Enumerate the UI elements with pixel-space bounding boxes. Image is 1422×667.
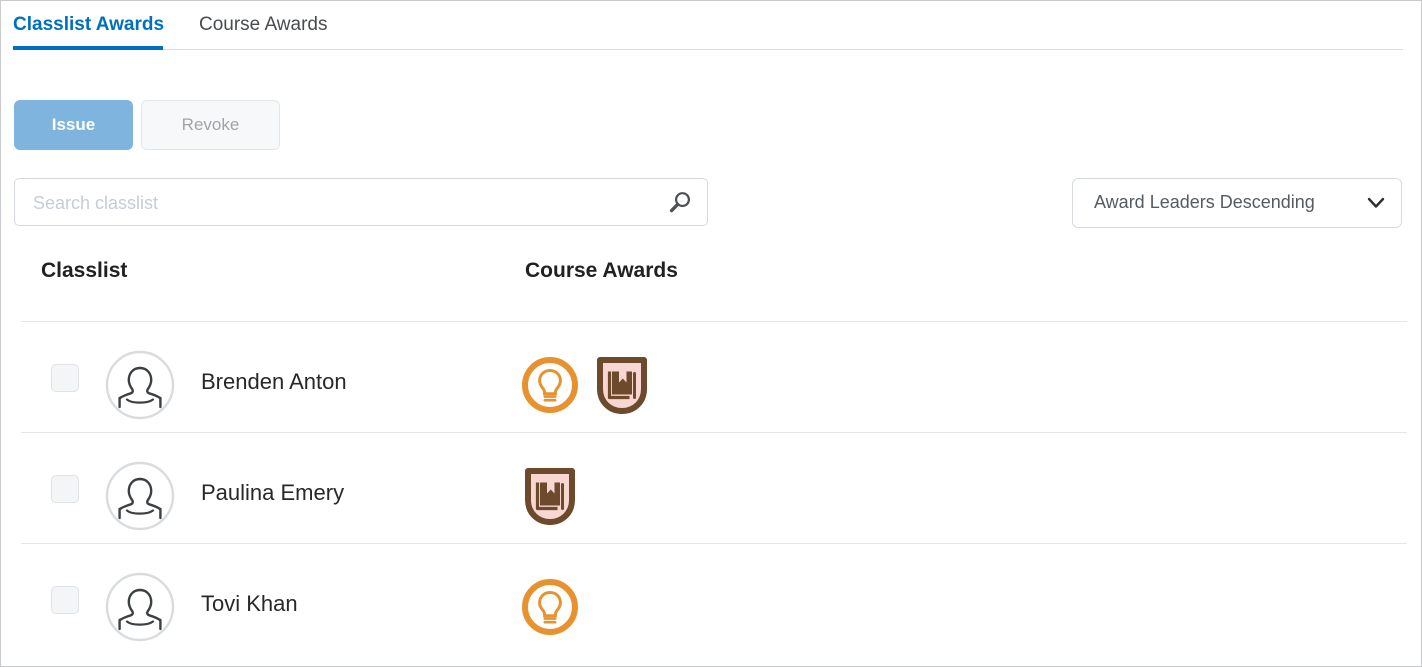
table-row: Brenden Anton [1, 322, 1421, 433]
award-badge-list [519, 573, 581, 641]
user-name: Paulina Emery [201, 480, 345, 505]
user-avatar-icon [105, 350, 175, 420]
search-classlist-box[interactable] [14, 178, 708, 227]
user-avatar-icon [105, 461, 175, 531]
lightbulb-award-badge[interactable] [519, 573, 581, 641]
sort-order-value: Award Leaders Descending [1094, 192, 1315, 212]
row-select-checkbox[interactable] [51, 586, 79, 614]
user-avatar-icon [105, 572, 175, 642]
row-select-checkbox[interactable] [51, 475, 79, 503]
issue-button[interactable]: Issue [14, 100, 133, 150]
column-header-classlist: Classlist [41, 259, 128, 282]
sort-order-select[interactable]: Award Leaders Descending [1072, 178, 1402, 228]
award-badge-list [519, 462, 581, 530]
tab-classlist-awards[interactable]: Classlist Awards [13, 13, 164, 37]
issue-revoke-toggle-group: Issue Revoke [14, 100, 280, 150]
tab-bar-baseline [13, 49, 1403, 50]
table-header: Classlist Course Awards [1, 259, 1421, 321]
active-tab-indicator [13, 46, 163, 50]
book-award-badge[interactable] [519, 462, 581, 530]
table-row: Paulina Emery [1, 433, 1421, 544]
lightbulb-award-badge[interactable] [519, 351, 581, 419]
table-row: Tovi Khan [1, 544, 1421, 655]
revoke-button[interactable]: Revoke [141, 100, 280, 150]
award-badge-list [519, 351, 653, 419]
book-award-badge[interactable] [591, 351, 653, 419]
chevron-down-icon [1367, 196, 1385, 210]
column-header-course-awards: Course Awards [525, 259, 678, 282]
awards-classlist-page: Classlist Awards Course Awards Issue Rev… [0, 0, 1422, 667]
tab-course-awards[interactable]: Course Awards [199, 13, 328, 37]
tab-bar: Classlist Awards Course Awards [1, 1, 1421, 52]
row-select-checkbox[interactable] [51, 364, 79, 392]
search-icon[interactable] [667, 190, 693, 216]
user-name: Tovi Khan [201, 591, 298, 616]
user-name: Brenden Anton [201, 369, 347, 394]
search-input[interactable] [31, 179, 655, 227]
